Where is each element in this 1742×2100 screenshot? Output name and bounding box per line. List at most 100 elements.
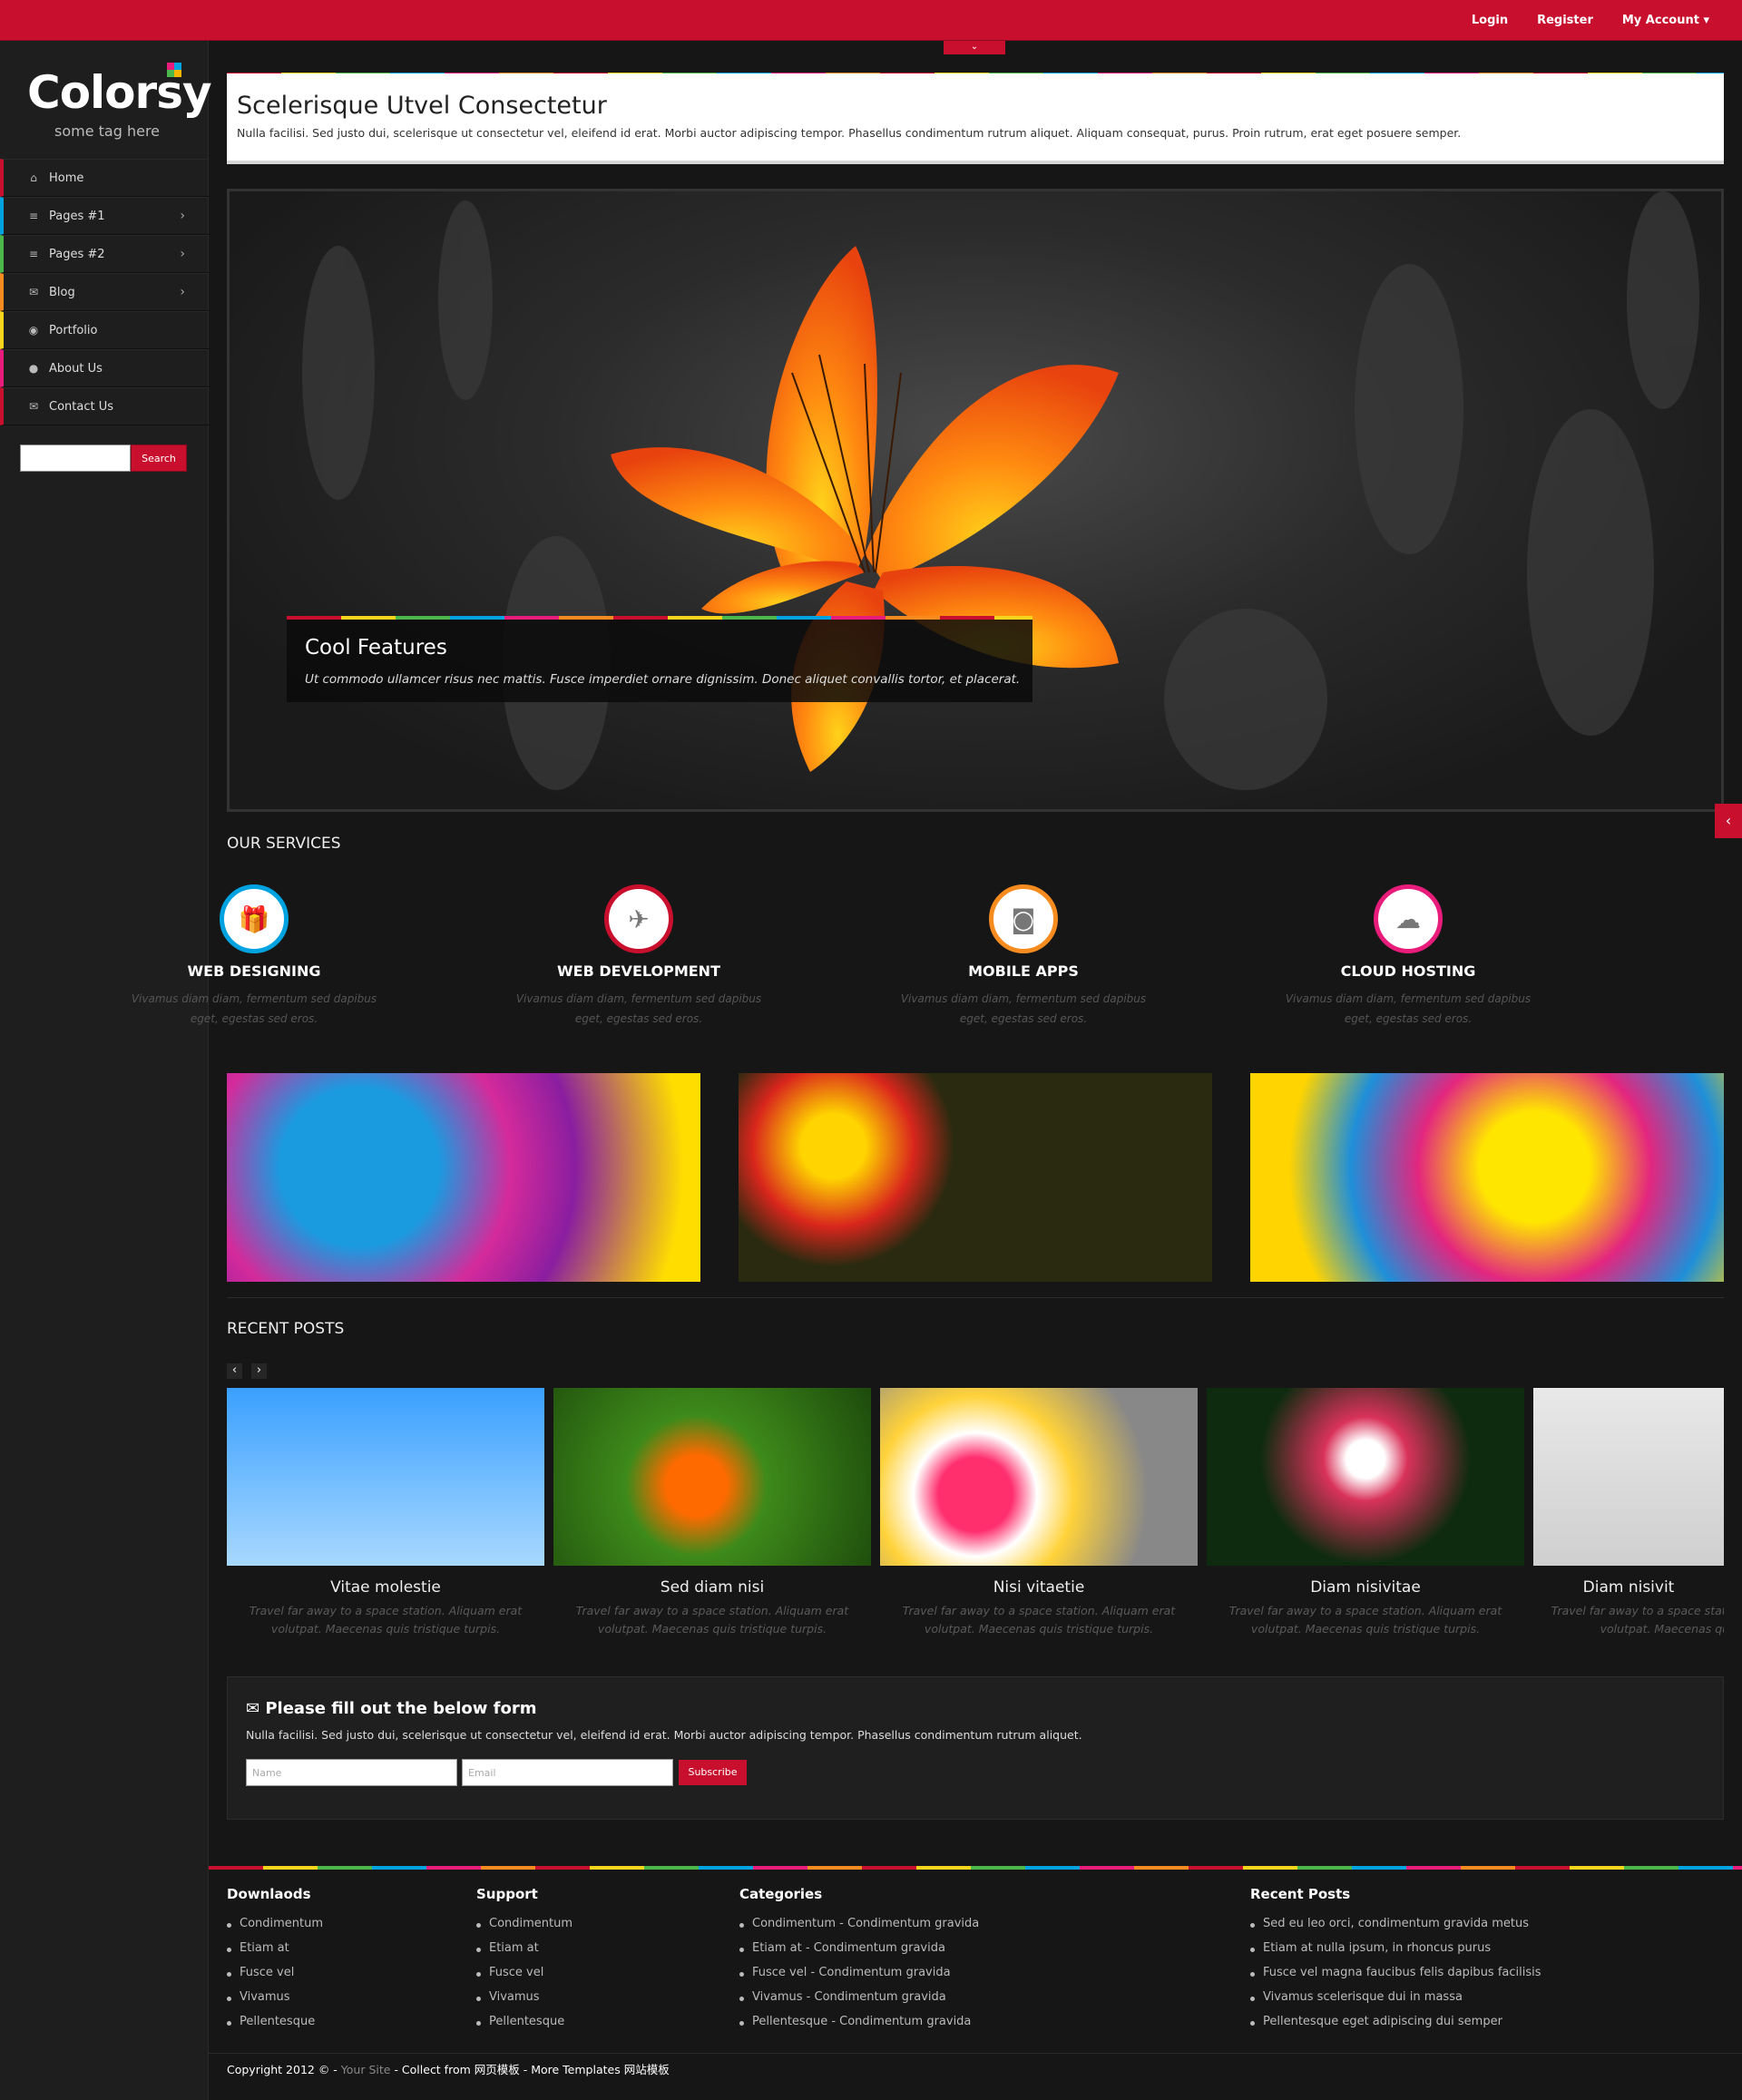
sidebar-item-about-us[interactable]: ● About Us (0, 349, 209, 387)
sidebar-item-label: Pages #2 (49, 247, 105, 261)
footer-link[interactable]: Pellentesque eget adipiscing dui semper (1250, 2015, 1541, 2028)
post-excerpt: Travel far away to a space station. Aliq… (1228, 1604, 1502, 1636)
sidebar-item-pages-1[interactable]: ≡ Pages #1 › (0, 197, 209, 235)
sidebar-item-blog[interactable]: ✉ Blog › (0, 273, 209, 311)
footer-link[interactable]: Fusce vel - Condimentum gravida (739, 1966, 979, 1979)
footer-link[interactable]: Condimentum (476, 1917, 573, 1930)
logo-mark-icon (167, 63, 181, 77)
divider (227, 1297, 1724, 1298)
post-thumbnail[interactable] (553, 1388, 871, 1566)
footer-link[interactable]: Fusce vel magna faucibus felis dapibus f… (1250, 1966, 1541, 1979)
hero-slider[interactable]: Cool Features Ut commodo ullamcer risus … (227, 189, 1724, 812)
form-text: Nulla facilisi. Sed justo dui, scelerisq… (246, 1728, 1082, 1742)
post-title[interactable]: Diam nisivitae (1207, 1578, 1524, 1597)
post-thumbnail[interactable] (880, 1388, 1198, 1566)
post-title[interactable]: Vitae molestie (227, 1578, 544, 1597)
post-title[interactable]: Nisi vitaetie (880, 1578, 1198, 1597)
service-title[interactable]: WEB DESIGNING (109, 962, 399, 980)
flower-image (302, 191, 1699, 790)
service-text: Vivamus diam diam, fermentum sed dapibus… (131, 992, 377, 1025)
footer-link[interactable]: Vivamus (476, 1990, 573, 2004)
gallery-image-1[interactable] (227, 1073, 700, 1282)
footer-link[interactable]: Vivamus (227, 1990, 323, 2004)
service-title[interactable]: CLOUD HOSTING (1263, 962, 1553, 980)
footer-column-title: Downlaods (227, 1886, 311, 1902)
footer-link-list: Condimentum Etiam at Fusce vel Vivamus Pelle… (227, 1917, 323, 2028)
footer-link[interactable]: Etiam at - Condimentum gravida (739, 1941, 979, 1955)
sidebar-item-label: Blog (49, 285, 75, 299)
post-excerpt: Travel far away to a space station. Aliq… (249, 1604, 523, 1636)
footer-link-list: Condimentum Etiam at Fusce vel Vivamus Pelle… (476, 1917, 573, 2028)
camera-icon[interactable]: ◙ (989, 884, 1058, 953)
sidebar-item-label: Contact Us (49, 399, 113, 414)
footer: Downlaods Condimentum Etiam at Fusce vel Viv… (209, 1866, 1742, 2100)
footer-link[interactable]: Pellentesque - Condimentum gravida (739, 2015, 979, 2028)
footer-link[interactable]: Pellentesque (476, 2015, 573, 2028)
logo[interactable]: Colorsy (27, 66, 212, 119)
footer-link[interactable]: Vivamus scelerisque dui in massa (1250, 1990, 1541, 2004)
post-thumbnail[interactable] (1533, 1388, 1724, 1566)
service-title[interactable]: MOBILE APPS (878, 962, 1169, 980)
subscribe-form: ✉ Please fill out the below form Nulla f… (227, 1676, 1724, 1820)
caption-stripe (287, 616, 1032, 620)
post-card[interactable]: Nisi vitaetie Travel far away to a space … (880, 1388, 1198, 1638)
post-thumbnail[interactable] (1207, 1388, 1524, 1566)
post-thumbnail[interactable] (227, 1388, 544, 1566)
service-title[interactable]: WEB DEVELOPMENT (494, 962, 784, 980)
post-title[interactable]: Sed diam nisi (553, 1578, 871, 1597)
cloud-icon[interactable]: ☁ (1374, 884, 1443, 953)
footer-link[interactable]: Pellentesque (227, 2015, 323, 2028)
search-form: Search (20, 444, 187, 472)
chevron-down-icon[interactable]: ⌄ (944, 41, 1005, 54)
home-icon: ⌂ (30, 171, 37, 184)
sidebar-item-home[interactable]: ⌂ Home (0, 159, 209, 197)
footer-link[interactable]: Fusce vel (227, 1966, 323, 1979)
chevron-left-icon[interactable]: ‹ (1715, 804, 1742, 838)
footer-link[interactable]: Etiam at (476, 1941, 573, 1955)
site-link[interactable]: Your Site (341, 2063, 391, 2076)
caption-text: Ut commodo ullamcer risus nec mattis. Fu… (305, 672, 1021, 687)
sidebar-item-contact-us[interactable]: ✉ Contact Us (0, 387, 209, 425)
service-card: 🎁 WEB DESIGNING Vivamus diam diam, ferment… (109, 884, 399, 1029)
sidebar-item-label: About Us (49, 361, 103, 376)
post-card[interactable]: Sed diam nisi Travel far away to a space … (553, 1388, 871, 1638)
gallery-image-2[interactable] (739, 1073, 1212, 1282)
footer-link[interactable]: Etiam at nulla ipsum, in rhoncus purus (1250, 1941, 1541, 1955)
footer-link[interactable]: Sed eu leo orci, condimentum gravida met… (1250, 1917, 1541, 1930)
footer-link[interactable]: Fusce vel (476, 1966, 573, 1979)
sidebar-item-pages-2[interactable]: ≡ Pages #2 › (0, 235, 209, 273)
list-icon: ≡ (28, 248, 39, 260)
sidebar-item-label: Portfolio (49, 323, 98, 337)
service-text: Vivamus diam diam, fermentum sed dapibus… (900, 992, 1147, 1025)
footer-link[interactable]: Condimentum - Condimentum gravida (739, 1917, 979, 1930)
post-excerpt: Travel far away to a space station. Aliq… (575, 1604, 849, 1636)
plane-icon[interactable]: ✈ (604, 884, 673, 953)
intro-text: Nulla facilisi. Sed justo dui, scelerisq… (237, 126, 1462, 140)
search-button[interactable]: Search (131, 444, 187, 472)
my-account-menu[interactable]: My Account ▾ (1622, 14, 1709, 27)
post-card[interactable]: Vitae molestie Travel far away to a space… (227, 1388, 544, 1638)
footer-stripe (209, 1866, 1742, 1870)
post-title[interactable]: Diam nisivit (1533, 1578, 1724, 1597)
sidebar-menu: ⌂ Home ≡ Pages #1 › ≡ Pages #2 › ✉ Blog › ◉ Portfoli… (0, 159, 209, 425)
sidebar-item-portfolio[interactable]: ◉ Portfolio (0, 311, 209, 349)
footer-link-list: Sed eu leo orci, condimentum gravida met… (1250, 1917, 1541, 2028)
chevron-right-icon[interactable]: › (251, 1363, 267, 1379)
gift-icon[interactable]: 🎁 (220, 884, 289, 953)
post-card[interactable]: Diam nisivit Travel far away to a space s… (1533, 1388, 1724, 1638)
post-card[interactable]: Diam nisivitae Travel far away to a space… (1207, 1388, 1524, 1638)
email-field[interactable]: Email (462, 1759, 673, 1786)
footer-link[interactable]: Condimentum (227, 1917, 323, 1930)
envelope-icon: ✉ (28, 400, 39, 413)
service-text: Vivamus diam diam, fermentum sed dapibus… (1285, 992, 1532, 1025)
recent-posts-title: RECENT POSTS (227, 1320, 345, 1338)
login-link[interactable]: Login (1472, 14, 1508, 27)
register-link[interactable]: Register (1537, 14, 1593, 27)
chevron-left-icon[interactable]: ‹ (227, 1363, 242, 1379)
name-field[interactable]: Name (246, 1759, 457, 1786)
gallery-image-3[interactable] (1250, 1073, 1724, 1282)
subscribe-button[interactable]: Subscribe (679, 1760, 747, 1785)
footer-link[interactable]: Vivamus - Condimentum gravida (739, 1990, 979, 2004)
footer-link[interactable]: Etiam at (227, 1941, 323, 1955)
search-input[interactable] (20, 444, 131, 472)
